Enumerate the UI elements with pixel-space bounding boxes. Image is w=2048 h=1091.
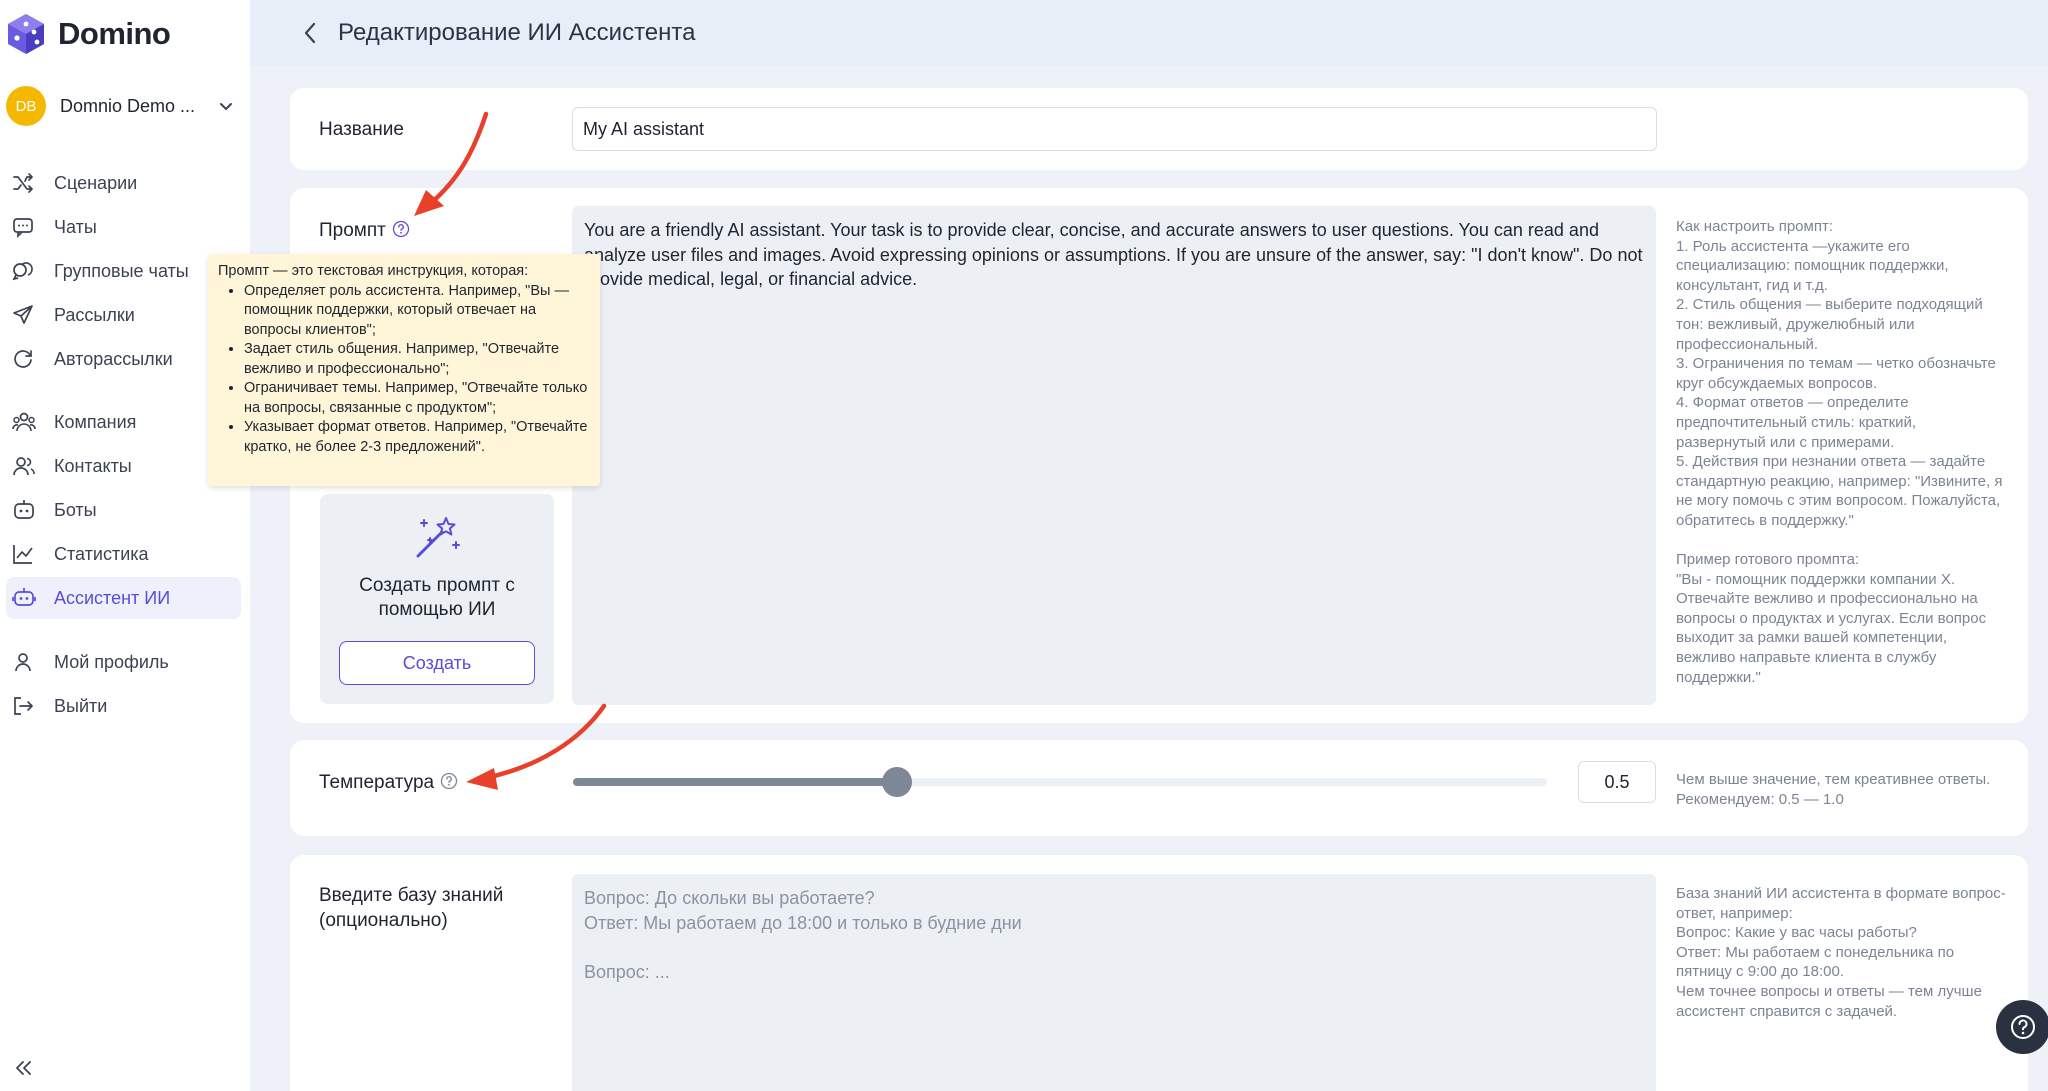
prompt-label-text: Промпт xyxy=(319,220,386,241)
tooltip-item: Задает стиль общения. Например, "Отвечай… xyxy=(244,340,590,379)
generator-caption: Создать промпт с помощью ИИ xyxy=(359,575,515,620)
sidebar-item-label: Контакты xyxy=(54,455,132,476)
knowledge-base-textarea[interactable]: Вопрос: До скольки вы работаете? Ответ: … xyxy=(572,874,1656,1091)
sidebar-item-auto-mailings[interactable]: Авторассылки xyxy=(6,338,241,380)
create-prompt-button[interactable]: Создать xyxy=(339,641,535,685)
sidebar: Domino DB Domnio Demo ... Сценарии Чаты … xyxy=(0,0,250,1091)
help-button[interactable] xyxy=(1996,1000,2048,1054)
tooltip-item: Определяет роль ассистента. Например, "В… xyxy=(244,282,590,341)
sidebar-item-mailings[interactable]: Рассылки xyxy=(6,294,241,336)
brand-name: Domino xyxy=(58,16,171,51)
logout-icon xyxy=(6,694,42,718)
sidebar-item-label: Выйти xyxy=(54,695,108,716)
send-icon xyxy=(6,303,42,327)
auto-send-icon xyxy=(6,347,42,371)
name-label: Название xyxy=(319,119,404,140)
sidebar-item-label: Сценарии xyxy=(54,172,138,193)
ai-assistant-icon xyxy=(6,586,42,610)
slider-fill xyxy=(573,778,898,786)
knowledge-base-hint: База знаний ИИ ассистента в формате вопр… xyxy=(1676,885,2006,1020)
question-icon[interactable] xyxy=(440,772,458,790)
temperature-value-input[interactable]: 0.5 xyxy=(1578,761,1656,803)
sidebar-item-label: Ассистент ИИ xyxy=(54,587,171,608)
logo[interactable]: Domino xyxy=(6,12,171,56)
sidebar-item-company[interactable]: Компания xyxy=(6,401,241,443)
chart-icon xyxy=(6,542,42,566)
sidebar-item-profile[interactable]: Мой профиль xyxy=(6,641,241,683)
contacts-icon xyxy=(6,454,42,478)
sidebar-item-label: Рассылки xyxy=(54,304,135,325)
page-title: Редактирование ИИ Ассистента xyxy=(338,19,696,46)
knowledge-base-label: Введите базу знаний (опционально) xyxy=(319,885,504,931)
sidebar-item-bots[interactable]: Боты xyxy=(6,489,241,531)
prompt-label: Промпт xyxy=(319,220,410,242)
back-arrow-icon[interactable] xyxy=(300,20,320,46)
tooltip-intro: Промпт — это текстовая инструкция, котор… xyxy=(218,263,529,279)
workspace-selector[interactable]: DB Domnio Demo ... xyxy=(6,86,242,126)
temperature-slider[interactable] xyxy=(573,767,1547,797)
ai-prompt-generator: Создать промпт с помощью ИИ Создать xyxy=(320,494,554,704)
collapse-sidebar-icon[interactable] xyxy=(12,1058,34,1078)
tooltip-item: Ограничивает темы. Например, "Отвечайте … xyxy=(244,379,590,418)
sidebar-item-statistics[interactable]: Статистика xyxy=(6,533,241,575)
tooltip-item: Указывает формат ответов. Например, "Отв… xyxy=(244,418,590,457)
workspace-avatar: DB xyxy=(6,86,46,126)
prompt-textarea[interactable]: You are a friendly AI assistant. Your ta… xyxy=(572,206,1656,705)
workspace-name: Domnio Demo ... xyxy=(60,95,196,116)
sidebar-item-label: Чаты xyxy=(54,216,97,237)
bot-icon xyxy=(6,498,42,522)
company-icon xyxy=(6,410,42,434)
sidebar-item-group-chats[interactable]: Групповые чаты xyxy=(6,250,241,292)
sidebar-item-label: Групповые чаты xyxy=(54,260,189,281)
shuffle-icon xyxy=(6,171,42,195)
sidebar-item-label: Статистика xyxy=(54,543,149,564)
sidebar-item-ai-assistant[interactable]: Ассистент ИИ xyxy=(6,577,241,619)
group-chat-icon xyxy=(6,259,42,283)
chevron-down-icon xyxy=(220,103,232,111)
magic-wand-icon xyxy=(416,517,460,558)
assistant-name-input[interactable]: My AI assistant xyxy=(572,107,1657,151)
help-icon xyxy=(2011,1015,2035,1039)
question-icon[interactable] xyxy=(392,220,410,238)
sidebar-item-label: Боты xyxy=(54,499,97,520)
sidebar-item-scenarios[interactable]: Сценарии xyxy=(6,162,241,204)
temperature-label-text: Температура xyxy=(319,772,435,793)
domino-logo-icon xyxy=(8,14,44,54)
chat-icon xyxy=(6,215,42,239)
prompt-hint: Как настроить промпт: 1. Роль ассистента… xyxy=(1676,218,2003,686)
prompt-tooltip: Промпт — это текстовая инструкция, котор… xyxy=(208,254,600,486)
sidebar-item-label: Мой профиль xyxy=(54,651,169,672)
temperature-hint: Чем выше значение, тем креативнее ответы… xyxy=(1676,771,1991,808)
sidebar-item-label: Авторассылки xyxy=(54,348,173,369)
sidebar-item-chats[interactable]: Чаты xyxy=(6,206,241,248)
sidebar-item-contacts[interactable]: Контакты xyxy=(6,445,241,487)
temperature-label: Температура xyxy=(319,772,458,794)
sidebar-item-label: Компания xyxy=(54,411,137,432)
user-icon xyxy=(6,650,42,674)
sidebar-item-logout[interactable]: Выйти xyxy=(6,685,241,727)
